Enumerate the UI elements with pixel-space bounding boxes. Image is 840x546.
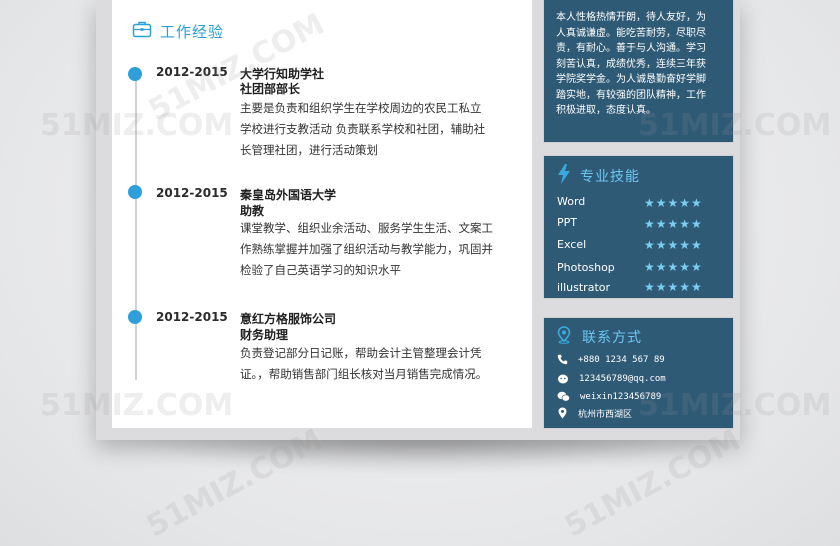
desc-line: 作熟练掌握并加强了组织活动与教学能力，巩固并: [240, 242, 493, 256]
entry-description: 课堂教学、组织业余活动、服务学生生活、文案工 作熟练掌握并加强了组织活动与教学能…: [240, 218, 510, 281]
timeline-dot: [128, 310, 142, 324]
skill-stars: ★★★★★: [644, 217, 703, 231]
location-pin-icon: [556, 326, 572, 348]
lightning-icon: [558, 164, 570, 188]
skill-stars: ★★★★★: [644, 238, 703, 252]
address-text: 杭州市西湖区: [578, 410, 633, 420]
entry-organization: 秦皇岛外国语大学: [240, 188, 337, 202]
entry-role: 社团部部长: [240, 82, 301, 96]
contact-address: 杭州市西湖区: [557, 404, 632, 423]
work-section-header: 工作经验: [132, 18, 224, 44]
profile-line: 学院奖学金。为人诚恳勤奋好学脚: [556, 74, 706, 85]
skill-stars: ★★★★★: [644, 260, 703, 274]
profile-line: 责，有耐心。善于与人沟通。学习: [556, 43, 706, 54]
email-icon: [557, 369, 569, 388]
entry-organization: 意红方格服饰公司: [240, 312, 337, 326]
profile-text: 本人性格热情开朗，待人友好，为 人真诚谦虚。能吃苦耐劳，尽职尽 责，有耐心。善于…: [556, 10, 726, 119]
skill-stars: ★★★★★: [644, 280, 703, 294]
timeline-dot: [128, 67, 142, 81]
entry-date: 2012-2015: [156, 186, 228, 200]
phone-icon: [557, 350, 568, 369]
entry-date: 2012-2015: [156, 65, 228, 79]
profile-line: 本人性格热情开朗，待人友好，为: [556, 12, 706, 23]
email-address: 123456789@qq.com: [579, 373, 666, 384]
skill-name: Excel: [557, 238, 587, 251]
entry-date: 2012-2015: [156, 310, 228, 324]
skill-name: Word: [557, 195, 586, 208]
wechat-id: weixin123456789: [580, 391, 662, 402]
skills-header: 专业技能: [558, 164, 640, 188]
entry-role: 助教: [240, 204, 265, 218]
contact-phone: +880 1234 567 89: [557, 350, 665, 369]
contact-title: 联系方式: [582, 330, 642, 346]
desc-line: 负责登记部分日记账，帮助会计主管整理会计凭: [240, 346, 482, 360]
desc-line: 主要是负责和组织学生在学校周边的农民工私立: [240, 101, 482, 115]
entry-role: 财务助理: [240, 328, 289, 342]
desc-line: 检验了自己英语学习的知识水平: [240, 263, 401, 277]
entry-description: 主要是负责和组织学生在学校周边的农民工私立 学校进行支教活动 负责联系学校和社团…: [240, 98, 510, 161]
skill-name: PPT: [557, 216, 577, 229]
contact-header: 联系方式: [556, 326, 642, 348]
profile-line: 积极进取，态度认真。: [556, 105, 656, 116]
desc-line: 课堂教学、组织业余活动、服务学生生活、文案工: [240, 221, 493, 235]
timeline-line: [135, 70, 137, 380]
timeline-dot: [128, 185, 142, 199]
desc-line: 长管理社团，进行活动策划: [240, 143, 378, 157]
skills-title: 专业技能: [580, 169, 640, 185]
desc-line: 证。，帮助销售部门组长核对当月销售完成情况。: [240, 367, 488, 381]
briefcase-icon: [132, 20, 152, 42]
profile-line: 人真诚谦虚。能吃苦耐劳，尽职尽: [556, 27, 706, 39]
profile-line: 刻苦认真，成绩优秀，连续三年获: [556, 58, 706, 70]
skill-stars: ★★★★★: [644, 196, 703, 210]
skill-name: illustrator: [557, 281, 611, 294]
entry-description: 负责登记部分日记账，帮助会计主管整理会计凭 证。，帮助销售部门组长核对当月销售完…: [240, 343, 510, 385]
skill-name: Photoshop: [557, 261, 615, 274]
contact-email: 123456789@qq.com: [557, 369, 666, 388]
desc-line: 学校进行支教活动 负责联系学校和社团，辅助社: [240, 122, 486, 136]
work-section-title: 工作经验: [160, 22, 225, 41]
profile-line: 踏实地，有较强的团队精神，工作: [556, 89, 706, 101]
phone-number: +880 1234 567 89: [578, 354, 665, 365]
map-pin-icon: [557, 404, 568, 423]
